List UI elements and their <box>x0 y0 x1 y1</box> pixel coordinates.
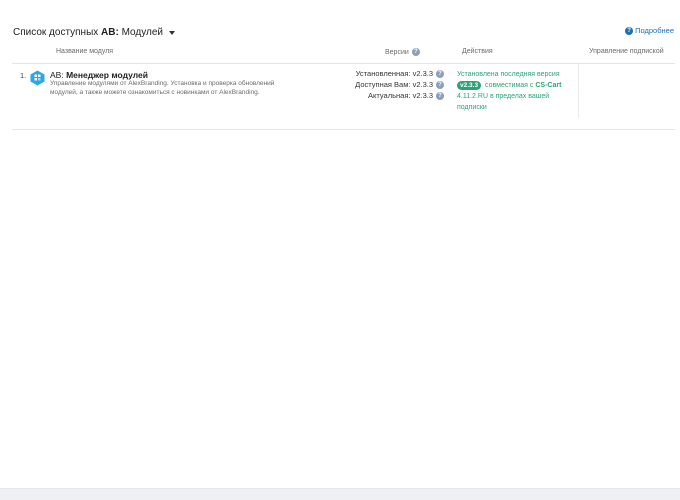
module-hexagon-icon <box>30 70 45 86</box>
page-title-dropdown[interactable]: Список доступных AB: Модулей <box>13 25 175 39</box>
title-bold: AB: <box>101 26 119 38</box>
question-circle-icon[interactable]: ? <box>436 69 444 78</box>
title-suffix: Модулей <box>118 26 163 38</box>
title-prefix: Список доступных <box>13 26 102 38</box>
module-name[interactable]: AB: Менеджер модулей <box>50 70 148 80</box>
question-circle-icon[interactable]: ? <box>411 48 420 56</box>
subscription-column-divider <box>578 64 579 118</box>
action-status: Установлена последняя версия v2.3.3 совм… <box>457 71 562 111</box>
question-circle-icon[interactable]: ? <box>436 80 444 89</box>
module-description: Управление модулями от AlexBranding. Уст… <box>50 80 275 96</box>
installed-version: Установленная: v2.3.3 ? <box>356 69 444 78</box>
column-header-versions: Версии ? <box>385 48 420 56</box>
caret-down-icon[interactable] <box>169 30 175 35</box>
available-version: Доступная Вам: v2.3.3 ? <box>355 80 444 89</box>
more-info-link[interactable]: ? Подробнее <box>625 26 674 35</box>
row-index: 1. <box>20 71 27 80</box>
page-title: Список доступных AB: Модулей <box>13 27 163 38</box>
main-panel: Список доступных AB: Модулей ? Подробнее… <box>0 0 680 489</box>
question-circle-icon: ? <box>625 26 634 35</box>
column-header-name: Название модуля <box>56 48 114 55</box>
current-version: Актуальная: v2.3.3 ? <box>368 91 444 100</box>
column-header-actions: Действия <box>462 48 493 55</box>
question-circle-icon[interactable]: ? <box>436 91 444 100</box>
more-info-label: Подробнее <box>635 26 674 35</box>
row-divider <box>12 129 675 130</box>
header-divider <box>12 63 675 64</box>
version-badge: v2.3.3 <box>457 81 482 90</box>
column-header-subscription: Управление подпиской <box>589 48 664 55</box>
